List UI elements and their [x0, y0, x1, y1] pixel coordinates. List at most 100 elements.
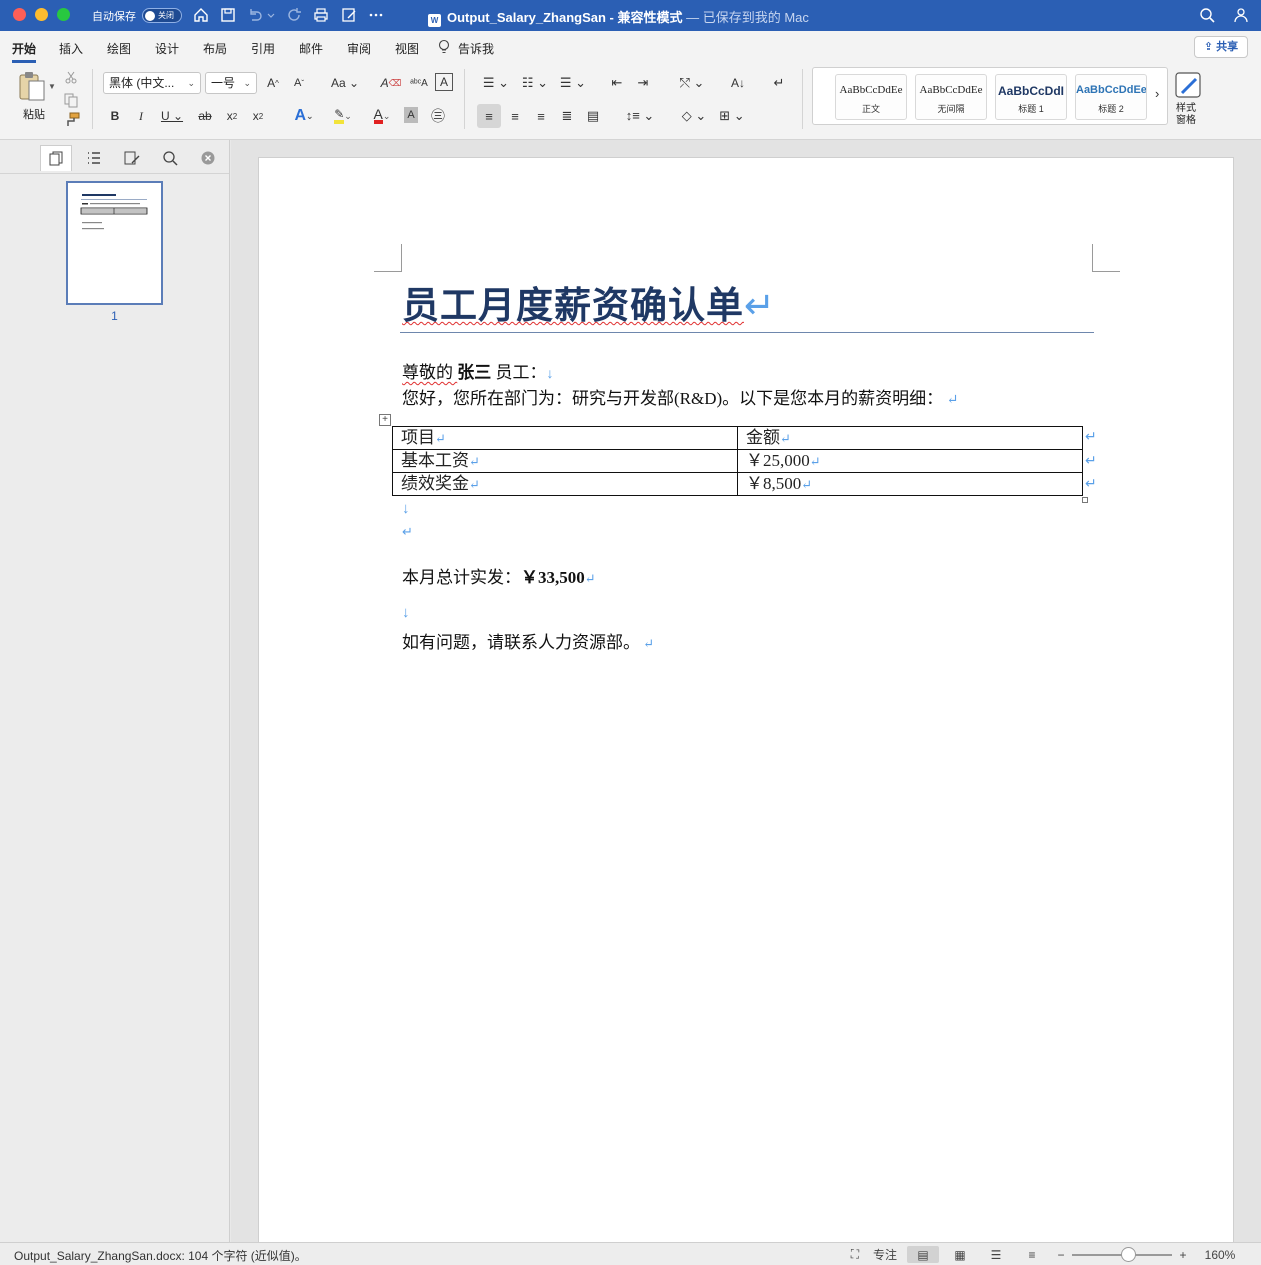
print-layout-view-icon[interactable]: ▤: [907, 1246, 939, 1263]
print-icon[interactable]: [312, 6, 330, 24]
tab-draw[interactable]: 绘图: [107, 40, 131, 57]
shading-icon[interactable]: ◇ ⌄: [677, 105, 711, 127]
distributed-icon[interactable]: ▤: [583, 105, 603, 127]
highlight-color-icon[interactable]: ✎ ⌄: [326, 105, 360, 127]
table-cell[interactable]: 绩效奖金↵: [392, 472, 738, 496]
edit-document-icon[interactable]: [340, 6, 358, 24]
web-layout-view-icon[interactable]: ▦: [950, 1246, 970, 1263]
style-heading-1[interactable]: AaBbCcDdI 标题 1: [995, 74, 1067, 120]
copy-icon[interactable]: [63, 92, 79, 108]
bold-button[interactable]: B: [106, 105, 124, 127]
decrease-indent-icon[interactable]: ⇤: [607, 72, 627, 94]
close-window-button[interactable]: [13, 8, 26, 21]
table-header-cell[interactable]: 项目↵: [392, 426, 738, 450]
character-shading-icon[interactable]: A: [404, 107, 418, 123]
paste-button[interactable]: 粘贴 ▼: [14, 68, 58, 121]
show-formatting-marks-icon[interactable]: ↵: [768, 72, 790, 94]
styles-more-chevron-icon[interactable]: ›: [1155, 86, 1159, 101]
total-line[interactable]: 本月总计实发：￥33,500↵: [402, 563, 596, 588]
borders-icon[interactable]: ⊞ ⌄: [715, 105, 749, 127]
undo-icon[interactable]: [246, 6, 264, 24]
tab-layout[interactable]: 布局: [203, 40, 227, 57]
grow-font-icon[interactable]: A ^: [263, 72, 283, 94]
character-border-icon[interactable]: A: [435, 73, 453, 91]
strikethrough-button[interactable]: ab: [195, 105, 215, 127]
zoom-slider-knob[interactable]: [1121, 1247, 1136, 1262]
document-page[interactable]: 员工月度薪资确认单↵ 尊敬的 张三 员工：↓ 您好，您所在部门为：研究与开发部(…: [258, 157, 1234, 1242]
page-thumbnail[interactable]: [66, 181, 163, 305]
asian-layout-icon[interactable]: ⤲ ⌄: [675, 72, 709, 94]
redo-icon[interactable]: [285, 6, 303, 24]
tab-references[interactable]: 引用: [251, 40, 275, 57]
more-icon[interactable]: [367, 6, 385, 24]
account-icon[interactable]: [1232, 6, 1250, 24]
font-name-dropdown[interactable]: 黑体 (中文... ⌄: [103, 72, 201, 94]
search-tab[interactable]: [154, 145, 186, 171]
font-color-icon[interactable]: A ⌄: [365, 105, 399, 127]
closing-line[interactable]: 如有问题，请联系人力资源部。 ↵: [402, 628, 654, 653]
word-count-status[interactable]: Output_Salary_ZhangSan.docx: 104 个字符 (近似…: [14, 1247, 307, 1264]
table-header-cell[interactable]: 金额↵: [737, 426, 1083, 450]
table-cell[interactable]: ￥8,500↵: [737, 472, 1083, 496]
shrink-font-icon[interactable]: Aˇ: [289, 72, 309, 94]
table-cell[interactable]: ￥25,000↵: [737, 449, 1083, 473]
draft-view-icon[interactable]: ≡: [1022, 1246, 1042, 1263]
undo-dropdown-icon[interactable]: [266, 6, 276, 24]
enclose-characters-icon[interactable]: ㊂: [428, 105, 448, 127]
tell-me-search[interactable]: 告诉我: [458, 40, 494, 57]
focus-label[interactable]: 专注: [870, 1246, 900, 1263]
search-icon[interactable]: [1198, 6, 1216, 24]
paste-dropdown-icon[interactable]: ▼: [48, 82, 56, 91]
close-pane-button[interactable]: [198, 145, 218, 171]
table-move-handle[interactable]: +: [379, 414, 391, 426]
align-center-icon[interactable]: ≡: [505, 105, 525, 127]
maximize-window-button[interactable]: [57, 8, 70, 21]
align-left-icon[interactable]: ≡: [477, 104, 501, 128]
focus-icon[interactable]: ⛶: [846, 1246, 864, 1263]
tab-home[interactable]: 开始: [12, 40, 37, 63]
change-case-icon[interactable]: Aa ⌄: [328, 72, 362, 94]
multilevel-list-icon[interactable]: ☰ ⌄: [556, 72, 590, 94]
tab-mailings[interactable]: 邮件: [299, 40, 323, 57]
format-painter-icon[interactable]: [62, 112, 80, 128]
underline-button[interactable]: U ⌄: [157, 105, 187, 127]
zoom-level[interactable]: 160%: [1200, 1246, 1240, 1263]
superscript-button[interactable]: x2: [248, 105, 268, 127]
style-heading-2[interactable]: AaBbCcDdEe 标题 2: [1075, 74, 1147, 120]
font-size-dropdown[interactable]: 一号 ⌄: [205, 72, 257, 94]
numbering-icon[interactable]: ☷ ⌄: [518, 72, 552, 94]
subscript-button[interactable]: x2: [222, 105, 242, 127]
tab-review[interactable]: 审阅: [347, 40, 371, 57]
save-icon[interactable]: [219, 6, 237, 24]
cut-icon[interactable]: [64, 70, 78, 84]
style-normal[interactable]: AaBbCcDdEe 正文: [835, 74, 907, 120]
italic-button[interactable]: I: [132, 105, 150, 127]
style-no-spacing[interactable]: AaBbCcDdEe 无间隔: [915, 74, 987, 120]
bullets-icon[interactable]: ☰ ⌄: [478, 72, 514, 94]
tab-insert[interactable]: 插入: [59, 40, 83, 57]
zoom-in-icon[interactable]: +: [1176, 1246, 1190, 1263]
tab-design[interactable]: 设计: [155, 40, 179, 57]
table-cell[interactable]: 基本工资↵: [392, 449, 738, 473]
align-right-icon[interactable]: ≡: [531, 105, 551, 127]
justify-icon[interactable]: ≣: [557, 105, 577, 127]
greeting-line[interactable]: 尊敬的 张三 员工：↓: [402, 358, 554, 383]
outline-view-icon[interactable]: ☰: [986, 1246, 1006, 1263]
zoom-out-icon[interactable]: −: [1054, 1246, 1068, 1263]
phonetic-guide-icon[interactable]: ᵃᵇᶜA: [408, 72, 430, 94]
thumbnails-tab[interactable]: [40, 145, 72, 171]
tab-view[interactable]: 视图: [395, 40, 419, 57]
styles-pane-button[interactable]: 样式 窗格: [1172, 69, 1204, 133]
line-spacing-icon[interactable]: ↕≡ ⌄: [623, 105, 657, 127]
share-button[interactable]: ⇪ 共享: [1194, 36, 1248, 58]
outline-tab[interactable]: [78, 145, 110, 171]
sort-icon[interactable]: A↓: [727, 72, 749, 94]
salary-table[interactable]: 项目↵ 金额↵ 基本工资↵ ￥25,000↵ 绩效奖金↵ ￥8,500↵: [392, 426, 1083, 496]
review-tab[interactable]: [116, 145, 148, 171]
increase-indent-icon[interactable]: ⇥: [633, 72, 653, 94]
minimize-window-button[interactable]: [35, 8, 48, 21]
autosave-toggle[interactable]: 关闭: [142, 8, 182, 23]
table-resize-handle[interactable]: [1082, 497, 1088, 503]
home-icon[interactable]: [192, 6, 210, 24]
clear-formatting-icon[interactable]: A ⌫: [381, 72, 402, 94]
